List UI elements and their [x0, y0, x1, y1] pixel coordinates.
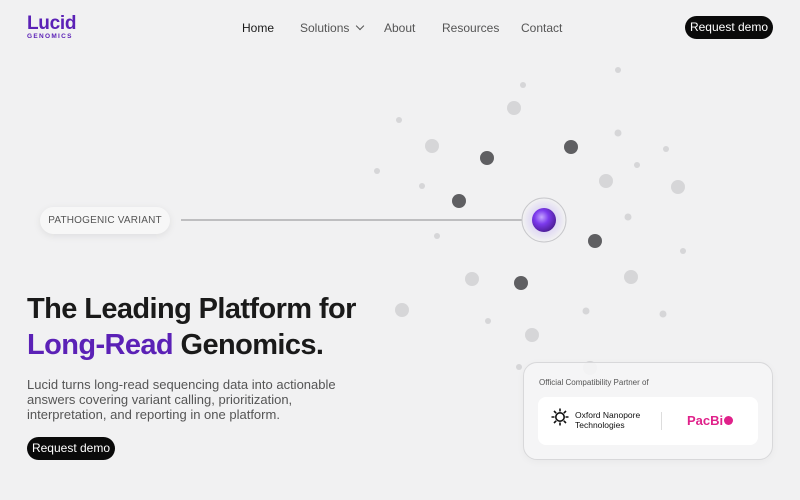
decorative-dot: [564, 140, 578, 154]
decorative-dot: [680, 248, 686, 254]
pathogenic-variant-pill: PATHOGENIC VARIANT: [40, 207, 170, 234]
pacbio-o-dot: [724, 416, 734, 425]
logo-divider: [661, 412, 662, 430]
decorative-dot: [452, 194, 466, 208]
hero-title: The Leading Platform for Long-Read Genom…: [27, 291, 356, 363]
pacbio-text: PacBi: [687, 413, 724, 428]
decorative-dot: [582, 307, 590, 315]
partner-card: Official Compatibility Partner of Oxford…: [523, 362, 773, 460]
decorative-dot: [514, 276, 528, 290]
decorative-dot: [516, 364, 522, 370]
hero-description: Lucid turns long-read sequencing data in…: [27, 377, 336, 422]
decorative-dot: [663, 146, 669, 152]
decorative-dot: [525, 328, 539, 342]
decorative-dot: [659, 310, 667, 318]
decorative-dot: [520, 82, 526, 88]
decorative-dot: [480, 151, 494, 165]
decorative-dot: [624, 213, 632, 221]
decorative-dot: [634, 162, 640, 168]
nanopore-icon: [551, 408, 569, 426]
oxford-nanopore-text: Oxford Nanopore Technologies: [575, 410, 640, 430]
ont-line2: Technologies: [575, 420, 625, 430]
decorative-dot: [599, 174, 613, 188]
decorative-dot: [624, 270, 638, 284]
pacbio-logo: PacBi: [687, 413, 734, 428]
decorative-dot: [374, 168, 380, 174]
decorative-dot: [615, 67, 621, 73]
decorative-dot: [671, 180, 685, 194]
partner-logos: Oxford Nanopore Technologies PacBi: [538, 397, 758, 445]
decorative-dot: [425, 139, 439, 153]
decorative-dot: [507, 101, 521, 115]
decorative-dot: [396, 117, 402, 123]
ont-line1: Oxford Nanopore: [575, 410, 641, 420]
decorative-dot: [419, 183, 425, 189]
partner-label: Official Compatibility Partner of: [539, 378, 649, 387]
decorative-dot: [485, 318, 491, 324]
hero-title-accent: Long-Read: [27, 329, 174, 361]
core-variant-node: [532, 208, 556, 232]
decorative-dot: [395, 303, 409, 317]
hero-title-line1: The Leading Platform for: [27, 293, 356, 325]
hero-request-demo-button[interactable]: Request demo: [27, 437, 115, 460]
hero-title-rest: Genomics.: [173, 329, 324, 361]
decorative-dot: [465, 272, 479, 286]
decorative-dot: [588, 234, 602, 248]
decorative-dot: [614, 129, 622, 137]
decorative-dot: [434, 233, 440, 239]
